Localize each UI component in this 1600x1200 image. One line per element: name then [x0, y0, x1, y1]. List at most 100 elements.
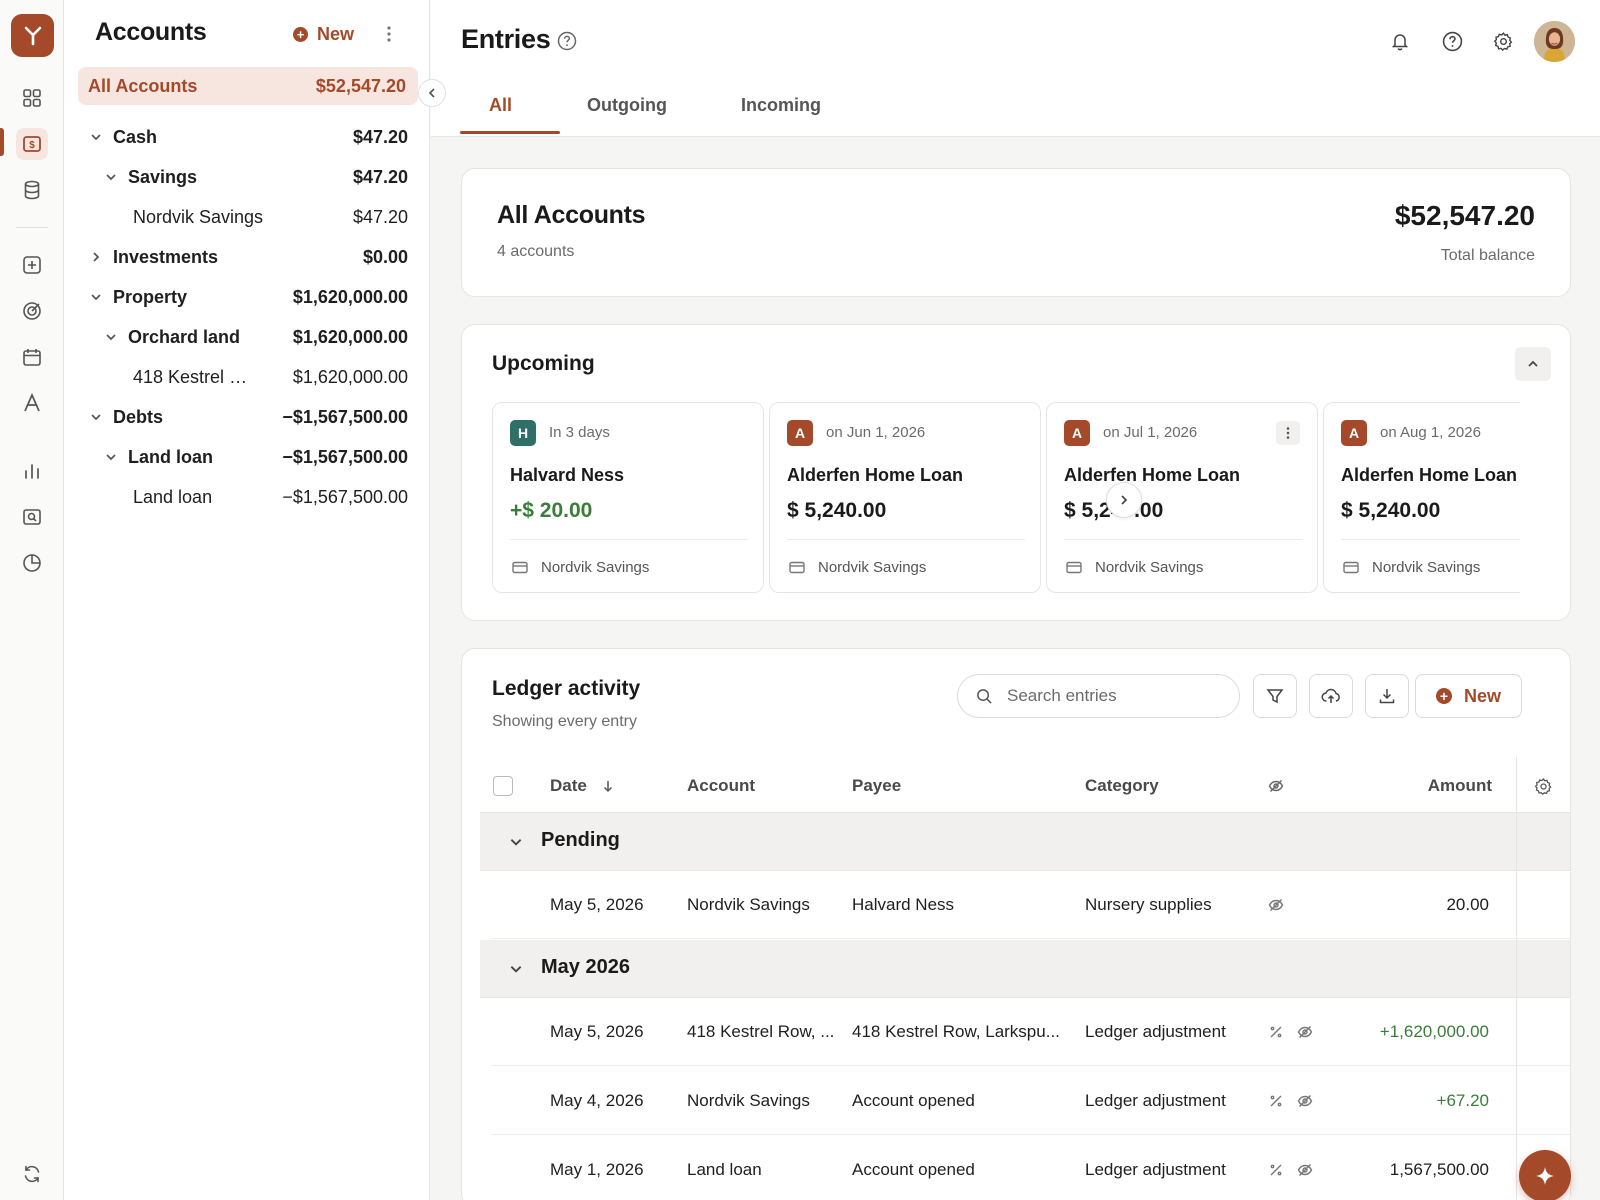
database-icon[interactable]: [16, 174, 48, 206]
column-amount[interactable]: Amount: [1428, 776, 1492, 796]
column-category[interactable]: Category: [1085, 776, 1159, 796]
collapse-panel-button[interactable]: [418, 79, 446, 107]
search-doc-icon[interactable]: [16, 501, 48, 533]
avatar[interactable]: [1534, 21, 1575, 62]
chevron-down-icon[interactable]: [89, 290, 103, 304]
tree-item-orchard-land[interactable]: Orchard land $1,620,000.00: [64, 317, 430, 357]
upcoming-name: Alderfen Home Loan: [1341, 465, 1518, 485]
chevron-down-icon: [510, 966, 522, 973]
table-row[interactable]: May 4, 2026 Nordvik Savings Account open…: [492, 1067, 1570, 1135]
tree-item-investments[interactable]: Investments $0.00: [64, 237, 430, 277]
column-payee[interactable]: Payee: [852, 776, 901, 796]
upcoming-item[interactable]: H In 3 days Halvard Ness +$ 20.00 Nordvi…: [492, 402, 764, 593]
percent-icon[interactable]: [1268, 1093, 1284, 1109]
dashboard-icon[interactable]: [16, 82, 48, 114]
tree-item-land-loan-group[interactable]: Land loan −$1,567,500.00: [64, 437, 430, 477]
table-row[interactable]: May 5, 2026 Nordvik Savings Halvard Ness…: [492, 871, 1570, 939]
chevron-down-icon[interactable]: [104, 170, 118, 184]
eye-off-icon[interactable]: [1297, 1093, 1313, 1109]
tree-item-debts[interactable]: Debts −$1,567,500.00: [64, 397, 430, 437]
bar-chart-icon[interactable]: [16, 455, 48, 487]
gear-icon[interactable]: [1490, 28, 1516, 54]
font-icon[interactable]: [16, 387, 48, 419]
accounts-title: Accounts: [95, 18, 207, 46]
tree-item-property[interactable]: Property $1,620,000.00: [64, 277, 430, 317]
tree-item-land-loan[interactable]: Land loan −$1,567,500.00: [64, 477, 430, 517]
accounts-icon[interactable]: $: [16, 128, 48, 160]
eye-off-icon[interactable]: [1297, 1162, 1313, 1178]
new-account-button[interactable]: + New: [293, 20, 354, 48]
tab-outgoing[interactable]: Outgoing: [587, 95, 667, 116]
table-settings-icon[interactable]: [1534, 777, 1552, 796]
upcoming-when: on Jun 1, 2026: [826, 424, 926, 441]
column-date-label: Date: [550, 776, 587, 795]
chevron-down-icon[interactable]: [89, 410, 103, 424]
chevron-down-icon[interactable]: [89, 130, 103, 144]
cell-category: Ledger adjustment: [1085, 1022, 1226, 1041]
select-all-checkbox[interactable]: [493, 776, 513, 796]
upcoming-account: Nordvik Savings: [1095, 559, 1204, 576]
more-options-icon[interactable]: [1276, 421, 1300, 445]
chevron-down-icon[interactable]: [104, 330, 118, 344]
chevron-right-icon[interactable]: [89, 250, 103, 264]
chevron-down-icon[interactable]: [104, 450, 118, 464]
more-options-icon[interactable]: [379, 20, 399, 48]
collapse-upcoming-button[interactable]: [1515, 347, 1551, 381]
all-accounts-item[interactable]: All Accounts $52,547.20: [78, 67, 418, 105]
upcoming-name: Alderfen Home Loan: [1064, 465, 1241, 485]
bell-icon[interactable]: [1387, 28, 1413, 54]
cloud-upload-icon: [1321, 688, 1340, 703]
summary-subtitle: 4 accounts: [497, 243, 575, 260]
main-content: Entries All Outgoing Incoming All Accoun…: [431, 0, 1600, 1200]
cell-date: May 5, 2026: [550, 1022, 644, 1041]
divider: [1341, 539, 1520, 540]
target-icon[interactable]: [16, 295, 48, 327]
new-entry-label: New: [1463, 685, 1501, 706]
tab-incoming[interactable]: Incoming: [741, 95, 821, 116]
divider: [510, 539, 748, 540]
column-date[interactable]: Date: [550, 776, 614, 796]
cell-account: Nordvik Savings: [687, 895, 810, 914]
percent-icon[interactable]: [1268, 1162, 1284, 1178]
download-button[interactable]: [1365, 674, 1409, 718]
tree-item-cash[interactable]: Cash $47.20: [64, 117, 430, 157]
plus-icon: +: [1435, 688, 1452, 704]
assistant-button[interactable]: [1519, 1150, 1571, 1200]
upcoming-item[interactable]: A on Jul 1, 2026 Alderfen Home Loan $ 5,…: [1046, 402, 1318, 593]
new-account-label: New: [317, 23, 355, 44]
percent-icon[interactable]: [1268, 1024, 1284, 1040]
next-upcoming-button[interactable]: [1106, 482, 1142, 518]
tree-item-kestrel-row[interactable]: 418 Kestrel R... $1,620,000.00: [64, 357, 430, 397]
table-row[interactable]: May 1, 2026 Land loan Account opened Led…: [492, 1136, 1570, 1200]
logo-icon[interactable]: [11, 14, 54, 57]
upload-button[interactable]: [1309, 674, 1353, 718]
new-entry-button[interactable]: + New: [1415, 674, 1522, 718]
eye-off-icon[interactable]: [1268, 897, 1284, 913]
all-accounts-amount: $52,547.20: [315, 75, 406, 96]
filter-button[interactable]: [1253, 674, 1297, 718]
pie-chart-icon[interactable]: [16, 547, 48, 579]
card-icon: [1066, 561, 1082, 575]
eye-off-icon[interactable]: [1297, 1024, 1313, 1040]
group-row-may-2026[interactable]: May 2026: [480, 940, 1570, 998]
upcoming-item[interactable]: A on Jun 1, 2026 Alderfen Home Loan $ 5,…: [769, 402, 1041, 593]
cell-account: Land loan: [687, 1160, 762, 1179]
search-box[interactable]: [957, 674, 1240, 718]
help-circle-icon[interactable]: [557, 31, 577, 51]
upcoming-item[interactable]: A on Aug 1, 2026 Alderfen Home Loan $ 5,…: [1323, 402, 1520, 593]
calendar-icon[interactable]: [16, 341, 48, 373]
sort-down-icon: [603, 781, 612, 793]
eye-off-icon[interactable]: [1268, 778, 1284, 794]
search-input[interactable]: [1007, 686, 1207, 706]
group-row-pending[interactable]: Pending: [480, 813, 1570, 871]
tree-item-savings[interactable]: Savings $47.20: [64, 157, 430, 197]
tree-item-nordvik-savings[interactable]: Nordvik Savings $47.20: [64, 197, 430, 237]
tree-item-label: Land loan: [128, 446, 213, 467]
table-row[interactable]: May 5, 2026 418 Kestrel Row, ... 418 Kes…: [492, 998, 1570, 1066]
help-icon[interactable]: [1439, 28, 1465, 54]
add-icon[interactable]: [16, 249, 48, 281]
sync-icon[interactable]: [16, 1158, 48, 1190]
tab-all[interactable]: All: [489, 95, 512, 116]
column-account[interactable]: Account: [687, 776, 755, 796]
tree-item-amount: $1,620,000.00: [292, 326, 408, 347]
